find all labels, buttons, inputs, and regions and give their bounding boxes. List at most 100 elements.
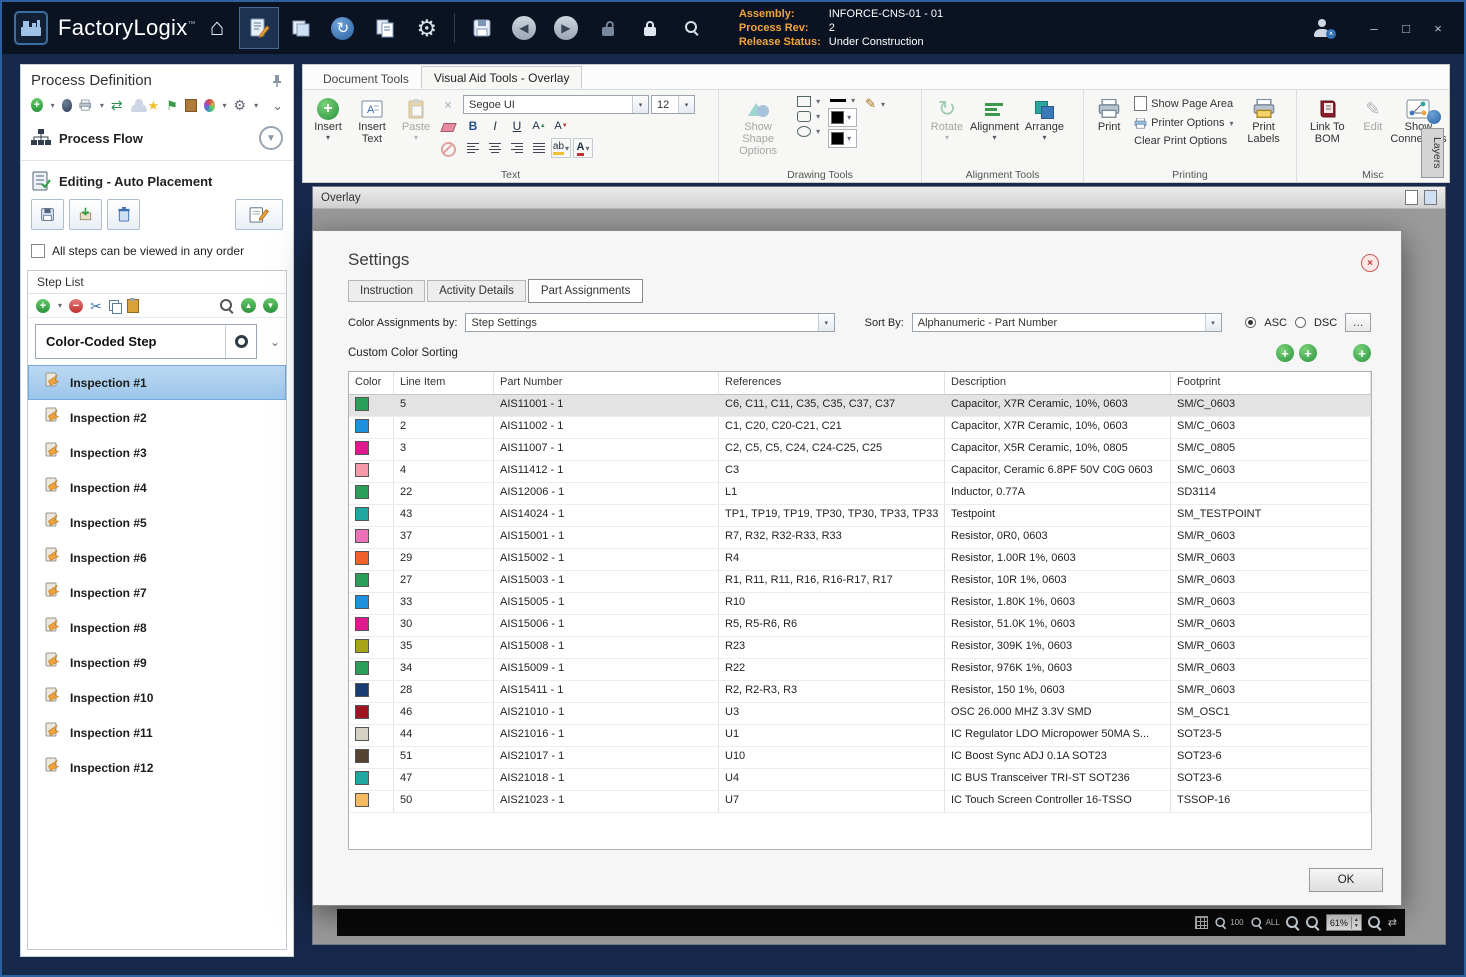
add-step-caret-icon[interactable]: ▾ xyxy=(58,301,62,310)
sort-by-select[interactable]: Alphanumeric - Part Number ▾ xyxy=(911,313,1222,332)
fill-color-button[interactable]: ▾ xyxy=(828,108,858,127)
home-button[interactable]: ⌂ xyxy=(197,7,237,49)
view-order-label[interactable]: All steps can be viewed in any order xyxy=(52,244,244,258)
discard-button[interactable] xyxy=(107,199,140,230)
part-row[interactable]: 44 AIS21016 - 1 U1 IC Regulator LDO Micropo… xyxy=(349,725,1371,747)
tab-visual-aid-tools[interactable]: Visual Aid Tools - Overlay xyxy=(420,66,583,89)
copy-button[interactable] xyxy=(108,299,122,314)
color-coded-step-selector[interactable]: Color-Coded Step xyxy=(35,324,257,359)
step-list-item[interactable]: Inspection #9 xyxy=(28,645,286,680)
collapse-chevron-icon[interactable]: ⌄ xyxy=(272,99,283,112)
line-color-button[interactable]: ▾ xyxy=(828,129,858,148)
tools-button[interactable]: ⚙ xyxy=(234,98,247,112)
delete-button[interactable]: × xyxy=(438,95,458,115)
color-swatch[interactable] xyxy=(355,661,369,675)
print-caret-icon[interactable]: ▾ xyxy=(100,101,104,110)
shrink-font-button[interactable]: A ▼ xyxy=(551,116,571,136)
color-swatch[interactable] xyxy=(355,507,369,521)
add-process-caret-icon[interactable]: ▾ xyxy=(51,101,55,110)
part-row[interactable]: 43 AIS14024 - 1 TP1, TP19, TP19, TP30, TP3… xyxy=(349,505,1371,527)
column-header-description[interactable]: Description xyxy=(945,372,1171,394)
unlock-button[interactable] xyxy=(588,7,628,49)
layers-tab[interactable]: Layers xyxy=(1421,128,1444,178)
part-row[interactable]: 51 AIS21017 - 1 U10 IC Boost Sync ADJ 0.1A … xyxy=(349,747,1371,769)
edit-step-button[interactable] xyxy=(235,199,283,230)
step-list-item[interactable]: Inspection #5 xyxy=(28,505,286,540)
overlay-page-icon[interactable] xyxy=(1405,190,1418,205)
color-swatch[interactable] xyxy=(355,463,369,477)
process-flow-label[interactable]: Process Flow xyxy=(59,131,143,146)
part-row[interactable]: 5 AIS11001 - 1 C6, C11, C11, C35, C35, C37… xyxy=(349,395,1371,417)
zoom-level-spinner[interactable]: 61% ▲ ▼ xyxy=(1325,914,1362,931)
arrange-button[interactable]: Arrange ▾ xyxy=(1023,94,1066,145)
maximize-button[interactable]: □ xyxy=(1392,16,1420,40)
forward-button[interactable]: ▶ xyxy=(546,7,586,49)
move-step-up-button[interactable]: ▲ xyxy=(241,298,256,313)
color-swatch[interactable] xyxy=(355,749,369,763)
paste-button[interactable]: Paste ▾ xyxy=(397,94,435,145)
overlay-layout-icon[interactable] xyxy=(1424,190,1437,205)
add-process-button[interactable]: + xyxy=(31,98,43,112)
zoom-100-button[interactable]: 100 xyxy=(1214,916,1244,930)
view-order-checkbox[interactable] xyxy=(31,244,45,258)
minimize-button[interactable]: – xyxy=(1360,16,1388,40)
layers-indicator-icon[interactable] xyxy=(1427,110,1441,124)
part-row[interactable]: 29 AIS15002 - 1 R4 Resistor, 1.00R 1%, 0603… xyxy=(349,549,1371,571)
step-list-item[interactable]: Inspection #4 xyxy=(28,470,286,505)
part-row[interactable]: 2 AIS11002 - 1 C1, C20, C20-C21, C21 Capaci… xyxy=(349,417,1371,439)
part-row[interactable]: 47 AIS21018 - 1 U4 IC BUS Transceiver TRI-S… xyxy=(349,769,1371,791)
color-swatch[interactable] xyxy=(355,617,369,631)
color-swatch[interactable] xyxy=(355,529,369,543)
font-color-button[interactable]: A ▾ xyxy=(573,138,593,158)
color-swatch[interactable] xyxy=(355,551,369,565)
materials-button[interactable] xyxy=(281,7,321,49)
tab-document-tools[interactable]: Document Tools xyxy=(311,68,421,89)
color-swatch[interactable] xyxy=(355,397,369,411)
column-header-footprint[interactable]: Footprint xyxy=(1171,372,1371,394)
column-header-part-number[interactable]: Part Number xyxy=(494,372,719,394)
save-step-button[interactable] xyxy=(31,199,64,230)
color-swatch[interactable] xyxy=(355,683,369,697)
zoom-out-icon[interactable] xyxy=(1285,915,1300,930)
remove-step-button[interactable]: − xyxy=(69,298,84,313)
step-list-item[interactable]: Inspection #11 xyxy=(28,715,286,750)
edit-button[interactable]: ✎ Edit xyxy=(1354,94,1392,136)
zoom-in-icon[interactable] xyxy=(1305,915,1320,930)
color-swatch[interactable] xyxy=(355,771,369,785)
align-right-button[interactable] xyxy=(507,138,527,158)
asc-radio[interactable] xyxy=(1245,317,1257,328)
dsc-label[interactable]: DSC xyxy=(1314,317,1337,329)
part-row[interactable]: 46 AIS21010 - 1 U3 OSC 26.000 MHZ 3.3V SMD S… xyxy=(349,703,1371,725)
color-swatch[interactable] xyxy=(355,573,369,587)
alignment-button[interactable]: Alignment ▾ xyxy=(968,94,1021,145)
sync-button[interactable]: ↻ xyxy=(323,7,363,49)
paste-button[interactable] xyxy=(126,297,139,313)
bold-button[interactable]: B xyxy=(463,116,483,136)
column-header-references[interactable]: References xyxy=(719,372,945,394)
link-to-bom-button[interactable]: Link To BOM xyxy=(1303,94,1352,148)
step-list-item[interactable]: Inspection #12 xyxy=(28,750,286,785)
line-style-button[interactable]: ▾ xyxy=(828,95,857,106)
logout-user-button[interactable]: × xyxy=(1302,7,1342,49)
font-size-select[interactable]: 12 ▾ xyxy=(651,95,695,114)
color-swatch[interactable] xyxy=(355,639,369,653)
audit-search-button[interactable] xyxy=(672,7,712,49)
add-color-rule-button[interactable]: + xyxy=(1299,344,1317,362)
part-row[interactable]: 33 AIS15005 - 1 R10 Resistor, 1.80K 1%, 060… xyxy=(349,593,1371,615)
sync-steps-icon[interactable]: ⇄ xyxy=(111,98,123,112)
insert-button[interactable]: + Insert ▾ xyxy=(309,94,347,145)
eraser-button[interactable] xyxy=(438,117,458,137)
column-header-line-item[interactable]: Line Item xyxy=(394,372,494,394)
part-row[interactable]: 27 AIS15003 - 1 R1, R11, R11, R16, R16-R17… xyxy=(349,571,1371,593)
person-icon[interactable] xyxy=(130,98,147,112)
align-center-button[interactable] xyxy=(485,138,505,158)
part-row[interactable]: 4 AIS11412 - 1 C3 Capacitor, Ceramic 6.8PF … xyxy=(349,461,1371,483)
palette-caret-icon[interactable]: ▾ xyxy=(223,101,227,110)
add-color-group-button[interactable]: + xyxy=(1276,344,1294,362)
part-row[interactable]: 35 AIS15008 - 1 R23 Resistor, 309K 1%, 0603… xyxy=(349,637,1371,659)
printer-options-button[interactable]: Printer Options ▾ xyxy=(1132,116,1235,130)
column-header-color[interactable]: Color xyxy=(349,372,394,394)
show-page-area-button[interactable]: Show Page Area xyxy=(1132,95,1235,112)
import-button[interactable] xyxy=(69,199,102,230)
align-justify-button[interactable] xyxy=(529,138,549,158)
